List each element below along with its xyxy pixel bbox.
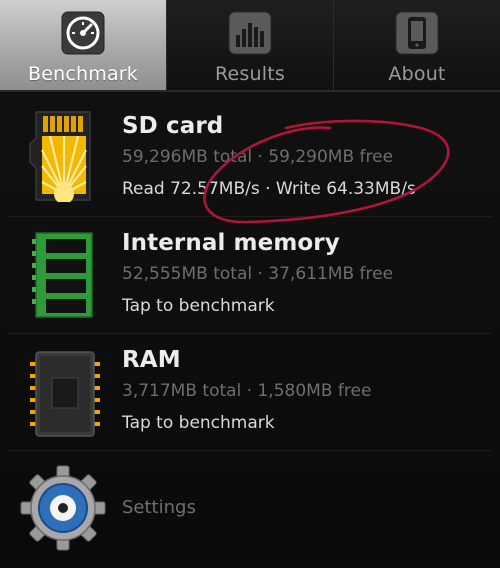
sd-card-capacity: 59,296MB total · 59,290MB free [122,147,394,167]
tab-results[interactable]: Results [167,0,334,90]
ram-chip-icon [30,351,100,437]
list-item-settings[interactable]: Settings [0,451,500,568]
memory-module-icon [32,232,93,318]
settings-label: Settings [122,497,196,518]
internal-memory-capacity: 52,555MB total · 37,611MB free [122,264,394,284]
internal-memory-title: Internal memory [122,230,340,256]
tab-benchmark[interactable]: Benchmark [0,0,167,90]
list-item-sd-card[interactable]: SD card 59,296MB total · 59,290MB free R… [0,100,500,217]
tab-benchmark-label: Benchmark [27,63,139,85]
sd-card-icon [29,111,91,202]
speedometer-icon [61,11,105,55]
ram-capacity: 3,717MB total · 1,580MB free [122,381,372,401]
phone-icon [395,11,439,55]
ram-action: Tap to benchmark [122,413,275,433]
gear-icon [20,465,106,551]
tab-about-label: About [388,63,446,85]
internal-memory-action: Tap to benchmark [122,296,275,316]
list-item-ram[interactable]: RAM 3,717MB total · 1,580MB free Tap to … [0,334,500,451]
tab-bar: Benchmark Results About [0,0,500,92]
tab-about[interactable]: About [334,0,500,90]
sd-card-title: SD card [122,113,224,139]
ram-title: RAM [122,347,181,373]
list-item-internal-memory[interactable]: Internal memory 52,555MB total · 37,611M… [0,217,500,334]
bar-chart-icon [228,11,272,55]
app-root: Benchmark Results About SD card 59,296MB… [0,0,500,568]
sd-card-speed: Read 72.57MB/s · Write 64.33MB/s [122,179,416,199]
tab-results-label: Results [214,63,285,85]
